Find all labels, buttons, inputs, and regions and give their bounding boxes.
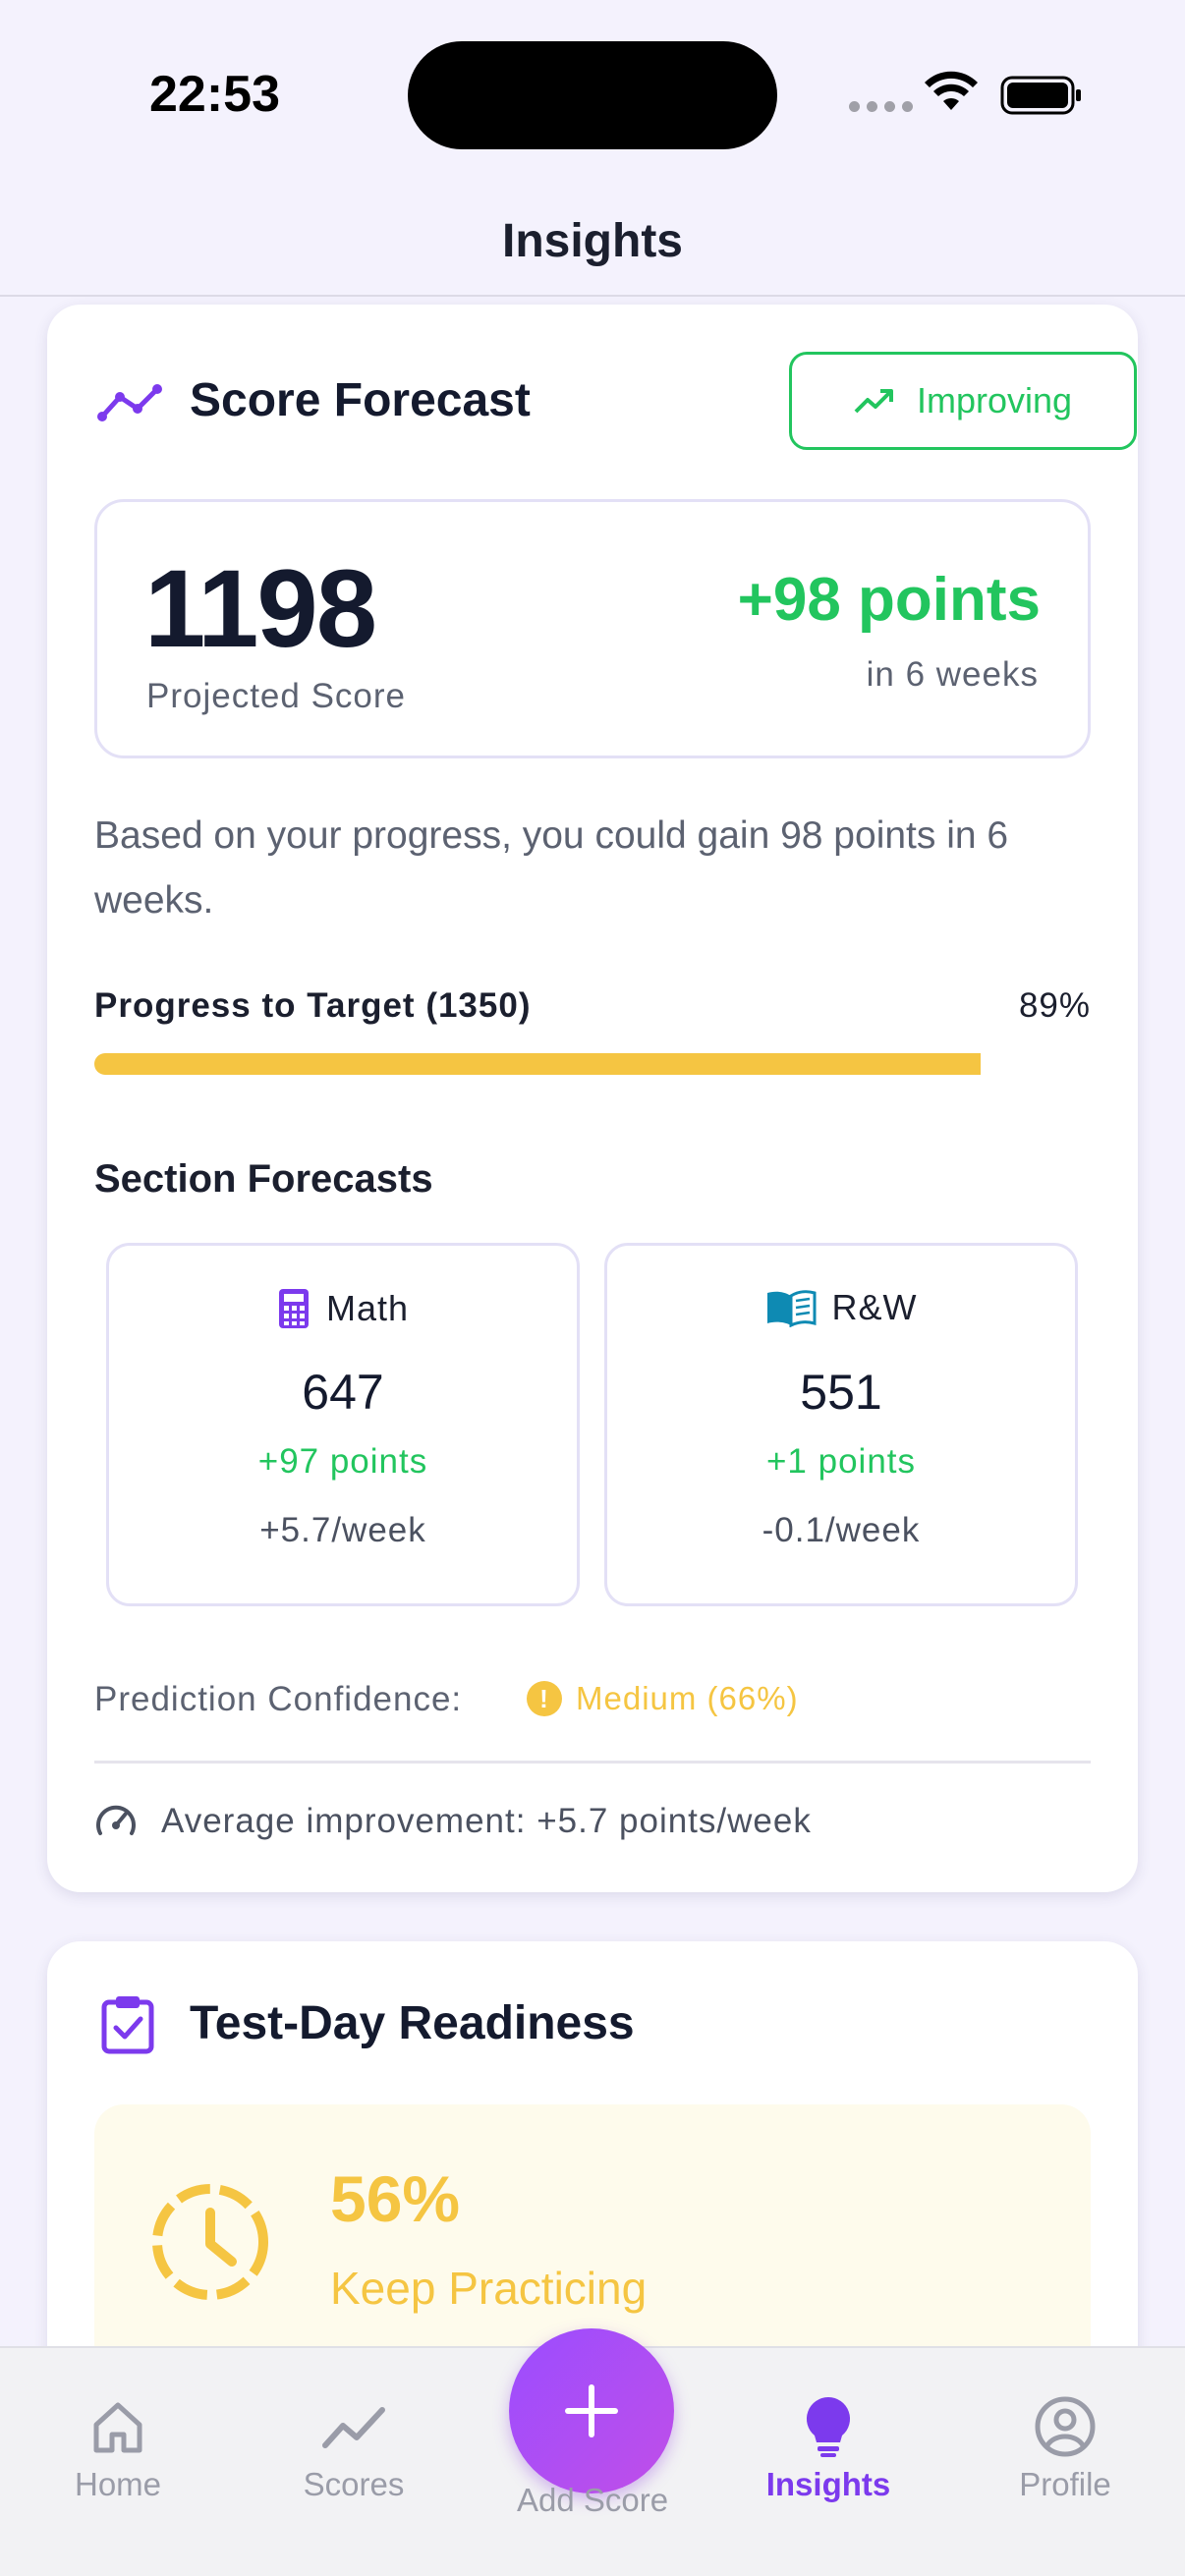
status-bar: 22:53 bbox=[0, 0, 1185, 187]
section-forecasts-title: Section Forecasts bbox=[94, 1157, 433, 1201]
projected-score: 1198 bbox=[144, 547, 377, 670]
progress-percent: 89% bbox=[1018, 986, 1091, 1025]
tab-insights-label: Insights bbox=[765, 2466, 891, 2502]
trend-line-icon bbox=[97, 384, 162, 421]
plus-icon bbox=[565, 2384, 618, 2437]
chart-line-icon bbox=[322, 2407, 385, 2448]
rw-rate: -0.1/week bbox=[762, 1511, 921, 1549]
rw-forecast-card: R&W 551 +1 points -0.1/week bbox=[604, 1243, 1078, 1606]
speedometer-icon bbox=[96, 1805, 136, 1835]
open-book-icon bbox=[766, 1290, 816, 1327]
readiness-percent: 56% bbox=[330, 2162, 461, 2235]
gain-period: in 6 weeks bbox=[866, 655, 1039, 694]
math-score: 647 bbox=[302, 1365, 384, 1420]
readiness-message: Keep Practicing bbox=[330, 2263, 648, 2314]
readiness-title: Test-Day Readiness bbox=[190, 1997, 635, 2049]
score-forecast-title: Score Forecast bbox=[190, 374, 531, 426]
tab-profile[interactable]: Profile bbox=[967, 2395, 1163, 2503]
forecast-description: Based on your progress, you could gain 9… bbox=[94, 814, 1009, 922]
tab-home-label: Home bbox=[74, 2466, 162, 2502]
confidence-value: Medium (66%) bbox=[576, 1680, 799, 1716]
projected-score-label: Projected Score bbox=[146, 677, 407, 715]
math-forecast-card: Math 647 +97 points +5.7/week bbox=[106, 1243, 580, 1606]
rw-score: 551 bbox=[800, 1365, 882, 1420]
tab-scores-label: Scores bbox=[303, 2466, 405, 2502]
confidence-badge: ! Medium (66%) bbox=[527, 1680, 799, 1717]
math-rate: +5.7/week bbox=[259, 1511, 426, 1549]
trending-up-icon bbox=[854, 389, 893, 414]
tab-insights[interactable]: Insights bbox=[730, 2395, 927, 2503]
improving-badge: Improving bbox=[789, 352, 1137, 450]
clock-icon bbox=[152, 2184, 268, 2300]
math-gain: +97 points bbox=[257, 1442, 428, 1481]
tab-profile-label: Profile bbox=[1019, 2466, 1111, 2502]
status-time: 22:53 bbox=[149, 66, 280, 123]
home-icon bbox=[93, 2402, 142, 2453]
lightbulb-icon bbox=[806, 2397, 851, 2457]
wifi-icon bbox=[925, 71, 978, 110]
navigation-header: Insights bbox=[0, 187, 1185, 297]
divider bbox=[94, 1761, 1091, 1764]
rw-gain: +1 points bbox=[765, 1442, 917, 1481]
projected-score-box: 1198 Projected Score +98 points in 6 wee… bbox=[94, 499, 1091, 758]
dynamic-island bbox=[408, 41, 777, 149]
tab-scores[interactable]: Scores bbox=[255, 2395, 452, 2503]
add-score-button[interactable] bbox=[509, 2328, 674, 2493]
user-circle-icon bbox=[1035, 2396, 1096, 2457]
math-label: Math bbox=[325, 1288, 410, 1328]
confidence-label: Prediction Confidence: bbox=[94, 1680, 463, 1718]
calculator-icon bbox=[278, 1289, 309, 1328]
alert-icon: ! bbox=[527, 1681, 562, 1716]
score-forecast-card: Score Forecast Improving 1198 Projected … bbox=[47, 305, 1138, 1892]
average-improvement-row: Average improvement: +5.7 points/week bbox=[94, 1802, 812, 1841]
progress-fill bbox=[94, 1053, 982, 1075]
clipboard-check-icon bbox=[101, 1996, 154, 2054]
target-progress-bar bbox=[94, 1053, 1091, 1075]
add-score-label: Add Score bbox=[516, 2482, 669, 2518]
tab-home[interactable]: Home bbox=[20, 2395, 216, 2503]
points-gain: +98 points bbox=[737, 566, 1041, 634]
battery-icon bbox=[1000, 76, 1081, 115]
rw-label: R&W bbox=[831, 1287, 918, 1327]
average-improvement-text: Average improvement: +5.7 points/week bbox=[161, 1802, 812, 1840]
cellular-signal-icon bbox=[849, 101, 913, 112]
progress-label: Progress to Target (1350) bbox=[94, 986, 532, 1025]
improving-label: Improving bbox=[916, 380, 1073, 420]
page-title: Insights bbox=[501, 215, 683, 267]
